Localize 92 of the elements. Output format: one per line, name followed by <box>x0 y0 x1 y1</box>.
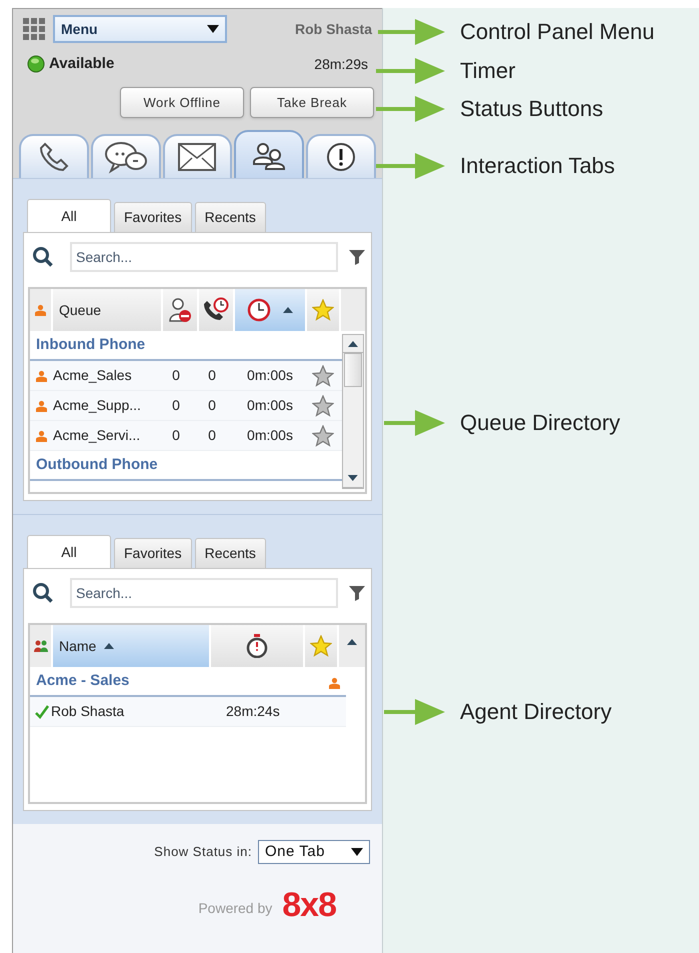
annotation-label: Agent Directory <box>460 701 612 723</box>
person-icon <box>35 304 46 316</box>
column-header[interactable] <box>211 625 305 667</box>
column-header[interactable] <box>199 289 235 331</box>
annotation-label: Control Panel Menu <box>460 21 654 43</box>
status-button[interactable]: Take Break <box>250 87 374 118</box>
directory-tab[interactable]: All <box>27 199 111 232</box>
arrow <box>384 699 445 725</box>
interaction-tab[interactable] <box>90 134 161 178</box>
star-icon <box>312 299 334 321</box>
interaction-tab[interactable] <box>234 130 304 178</box>
group-header: Acme - Sales <box>36 670 130 690</box>
table-cell-text: 0 <box>171 396 181 415</box>
interaction-tab[interactable] <box>306 134 376 178</box>
star-icon <box>310 635 332 657</box>
table-cell-text: 0 <box>171 366 181 385</box>
annotation-label: Status Buttons <box>460 98 604 120</box>
arrow <box>378 19 445 45</box>
scroll-thumb[interactable] <box>344 353 362 387</box>
column-header[interactable] <box>163 289 199 331</box>
user-name: Rob Shasta <box>294 20 372 38</box>
table-cell-text: 28m:24s <box>226 702 280 721</box>
scrollbar[interactable] <box>342 334 364 489</box>
status-button[interactable]: Work Offline <box>120 87 244 118</box>
favorite-star-icon[interactable] <box>312 394 334 416</box>
arrow <box>376 58 445 84</box>
table-cell-text: 0m:00s <box>246 366 294 385</box>
directory-tab[interactable]: Recents <box>194 538 266 568</box>
table-cell-text: 0m:00s <box>246 396 294 415</box>
filter-icon[interactable] <box>348 584 366 602</box>
status-label: Available <box>49 54 114 74</box>
scroll-up-icon <box>347 639 357 645</box>
sort-caret-icon <box>104 643 114 649</box>
menu-dropdown[interactable]: Menu <box>53 15 227 43</box>
column-header <box>341 289 365 331</box>
envelope-icon <box>178 143 216 171</box>
dropdown-arrow-icon <box>351 848 363 856</box>
search-field[interactable]: Search... <box>70 578 338 608</box>
column-header[interactable]: Name <box>53 625 211 667</box>
person-icon <box>36 370 47 382</box>
search-icon[interactable] <box>32 582 54 604</box>
search-icon[interactable] <box>32 246 54 268</box>
table-cell-text: Rob Shasta <box>51 702 126 721</box>
scroll-up-button[interactable] <box>339 625 365 667</box>
alert-icon <box>326 142 356 172</box>
search-field[interactable]: Search... <box>70 242 338 272</box>
table-cell-text: 0 <box>207 426 217 445</box>
table-cell-text: 0 <box>207 366 217 385</box>
people-icon <box>252 140 286 170</box>
brand-logo: 8x8 <box>282 888 336 922</box>
arrow <box>376 96 445 122</box>
dropdown-arrow-icon <box>207 25 219 33</box>
directory-tab[interactable]: Favorites <box>114 202 192 232</box>
arrow <box>376 153 445 179</box>
timer: 28m:29s <box>314 54 368 74</box>
annotation-label: Queue Directory <box>460 412 620 434</box>
stopwatch-icon <box>246 634 268 658</box>
person-icon <box>329 677 340 689</box>
show-status-dropdown[interactable]: One Tab <box>258 840 370 864</box>
group-header: Outbound Phone <box>30 451 342 481</box>
annotation-label: Timer <box>460 60 516 82</box>
table-cell-text: Acme_Supp... <box>53 396 142 415</box>
person-icon <box>36 400 47 412</box>
column-header[interactable]: Queue <box>53 289 163 331</box>
filter-icon[interactable] <box>348 248 366 266</box>
sort-caret-icon <box>283 307 293 313</box>
column-header[interactable] <box>235 289 307 331</box>
annotation-label: Interaction Tabs <box>460 155 615 177</box>
favorite-star-icon[interactable] <box>312 424 334 446</box>
people-icon <box>34 639 48 653</box>
clock-icon <box>247 298 271 322</box>
interaction-tab[interactable] <box>19 134 89 178</box>
phone-clock-icon <box>203 297 229 323</box>
interaction-tab[interactable] <box>162 134 232 178</box>
scroll-up-icon <box>348 340 358 346</box>
grid-icon <box>23 18 45 40</box>
directory-tab[interactable]: All <box>27 535 111 568</box>
table-cell-text: 0m:00s <box>246 426 294 445</box>
person-icon <box>36 430 47 442</box>
show-status-label: Show Status in: <box>154 843 252 862</box>
arrow <box>384 410 445 436</box>
directory-tab[interactable]: Recents <box>194 202 266 232</box>
table-cell-text: Acme_Servi... <box>53 426 142 445</box>
powered-by-label: Powered by <box>198 899 272 918</box>
person-remove-icon <box>168 297 192 323</box>
table-cell-text: 0 <box>171 426 181 445</box>
favorite-star-icon[interactable] <box>312 364 334 386</box>
table-cell-text: 0 <box>207 396 217 415</box>
scroll-down-icon <box>348 476 358 482</box>
directory-tab[interactable]: Favorites <box>114 538 192 568</box>
table-cell-text: Acme_Sales <box>53 366 133 385</box>
chat-icon <box>104 140 148 174</box>
